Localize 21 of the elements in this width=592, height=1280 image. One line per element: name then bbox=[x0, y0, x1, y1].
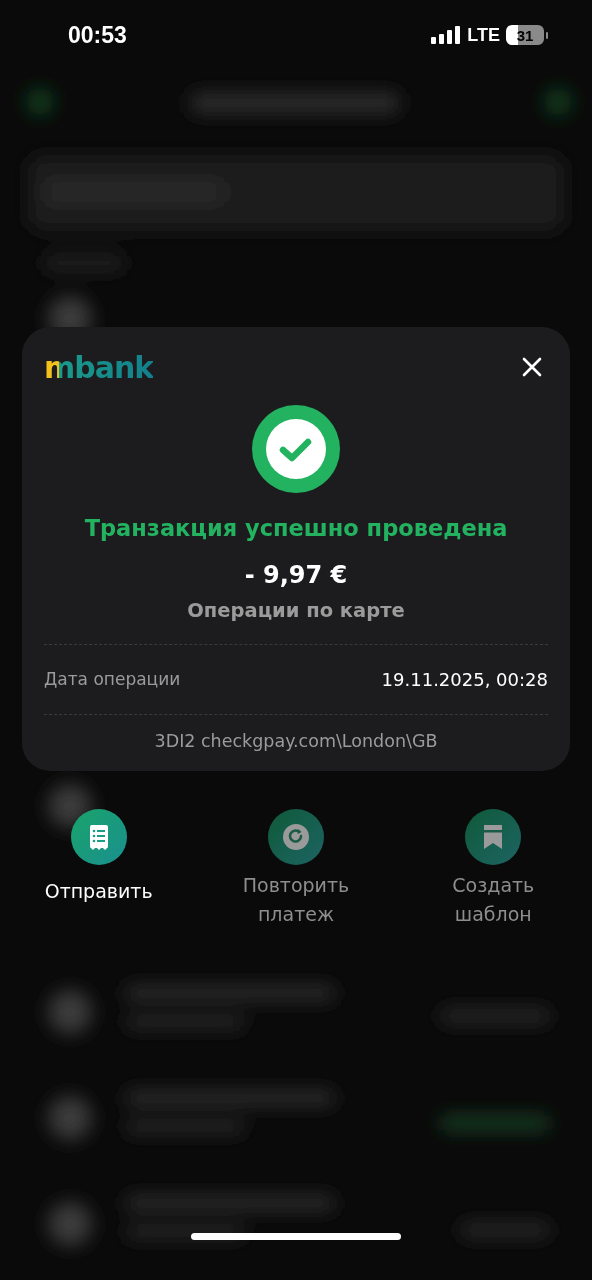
merchant-info: 3DI2 checkgpay.com\London\GB bbox=[154, 731, 438, 751]
receipt-icon bbox=[70, 809, 127, 865]
status-title: Транзакция успешно проведена bbox=[84, 515, 508, 541]
repeat-icon bbox=[268, 809, 324, 865]
operation-type: Операции по карте bbox=[187, 599, 405, 622]
success-check-icon bbox=[252, 405, 340, 493]
clock-time: 00:53 bbox=[68, 21, 127, 49]
action-button[interactable]: Отправить bbox=[44, 809, 153, 906]
blurred-icon bbox=[26, 88, 54, 116]
detail-value: 19.11.2025, 00:28 bbox=[381, 668, 548, 690]
blurred-icon bbox=[48, 1202, 92, 1246]
close-icon[interactable] bbox=[522, 357, 542, 377]
bookmark-icon bbox=[465, 809, 522, 865]
detail-label: Дата операции bbox=[44, 669, 181, 689]
amount: - 9,97 € bbox=[244, 561, 348, 589]
network-label: LTE bbox=[467, 24, 500, 46]
signal-icon bbox=[431, 26, 462, 44]
blurred-icon bbox=[48, 784, 92, 828]
blurred-icon bbox=[544, 88, 572, 116]
blurred-icon bbox=[48, 990, 92, 1034]
blurred-icon bbox=[48, 1096, 92, 1140]
